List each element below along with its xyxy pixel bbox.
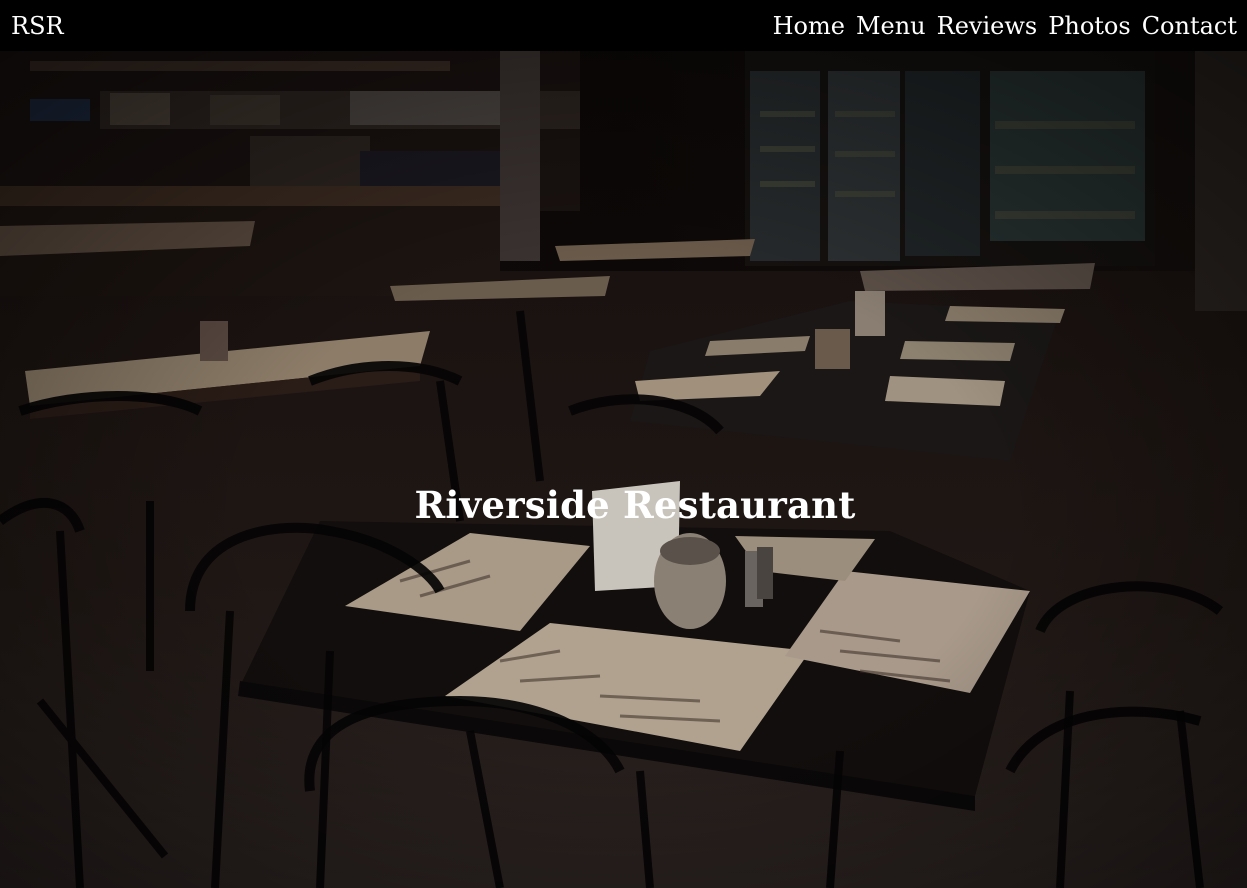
nav-link-home[interactable]: Home (773, 10, 845, 42)
navbar: RSR Home Menu Reviews Photos Contact (0, 0, 1247, 51)
hero-section: Riverside Restaurant (0, 51, 1247, 888)
hero-title: Riverside Restaurant (414, 483, 856, 527)
nav-link-photos[interactable]: Photos (1048, 10, 1130, 42)
nav-link-menu[interactable]: Menu (856, 10, 926, 42)
nav-link-contact[interactable]: Contact (1142, 10, 1237, 42)
brand-logo-link[interactable]: RSR (11, 10, 64, 42)
hero-dark-overlay (0, 51, 1247, 888)
nav-link-reviews[interactable]: Reviews (937, 10, 1038, 42)
page: RSR Home Menu Reviews Photos Contact Riv… (0, 0, 1247, 888)
nav-links: Home Menu Reviews Photos Contact (773, 10, 1237, 42)
